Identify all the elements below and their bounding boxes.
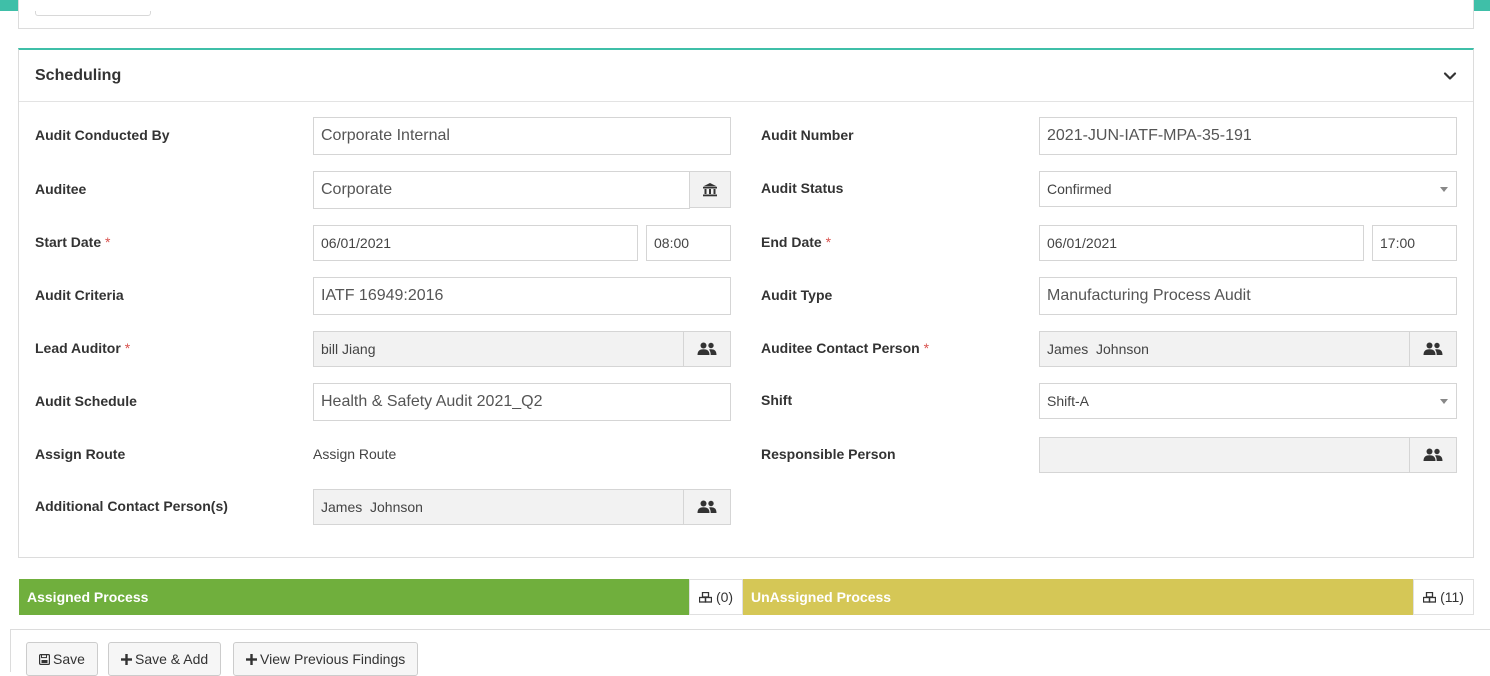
audit-type-label: Audit Type [761, 287, 833, 303]
users-icon [1423, 342, 1443, 355]
responsible-person-picker-button[interactable] [1409, 437, 1457, 473]
audit-criteria-input[interactable]: IATF 16949:2016 [313, 277, 731, 315]
dropdown-arrow-icon [1440, 399, 1448, 404]
panel-title: Scheduling [35, 67, 122, 84]
floppy-disk-icon [39, 653, 50, 665]
audit-type-input[interactable]: Manufacturing Process Audit [1039, 277, 1457, 315]
auditee-lookup-button[interactable] [689, 171, 731, 208]
view-previous-findings-button[interactable]: View Previous Findings [233, 642, 419, 676]
users-icon [697, 500, 717, 513]
assign-route-value[interactable]: Assign Route [313, 446, 396, 462]
panel-header[interactable]: Scheduling [19, 50, 1473, 102]
end-time-input[interactable]: 17:00 [1372, 225, 1457, 261]
unassigned-process-bar[interactable]: UnAssigned Process [743, 579, 1413, 615]
users-icon [1423, 448, 1443, 461]
start-time-input[interactable]: 08:00 [646, 225, 731, 261]
users-icon [697, 342, 717, 355]
cubes-icon [698, 591, 712, 603]
previous-panel-button[interactable] [35, 11, 151, 16]
end-date-label: End Date * [761, 234, 832, 250]
audit-schedule-label: Audit Schedule [35, 393, 137, 409]
additional-contact-label: Additional Contact Person(s) [35, 498, 228, 514]
save-button[interactable]: Save [26, 642, 98, 676]
institution-icon [703, 183, 717, 197]
auditee-contact-label: Auditee Contact Person * [761, 340, 930, 356]
chevron-down-icon[interactable] [1443, 69, 1457, 83]
dropdown-arrow-icon [1440, 187, 1448, 192]
save-and-add-button[interactable]: Save & Add [108, 642, 222, 676]
lead-auditor-input[interactable]: bill Jiang [313, 331, 684, 367]
lead-auditor-picker-button[interactable] [683, 331, 731, 367]
additional-contact-input[interactable]: James Johnson [313, 489, 684, 525]
audit-conducted-by-input[interactable]: Corporate Internal [313, 117, 731, 155]
plus-icon [246, 653, 257, 665]
audit-status-label: Audit Status [761, 180, 844, 196]
additional-contact-picker-button[interactable] [683, 489, 731, 525]
assigned-process-count[interactable]: (0) [689, 579, 743, 615]
audit-criteria-label: Audit Criteria [35, 287, 124, 303]
footer-toolbar [10, 629, 1490, 672]
unassigned-process-count[interactable]: (11) [1413, 579, 1474, 615]
start-date-label: Start Date * [35, 234, 111, 250]
audit-status-select[interactable]: Confirmed [1039, 171, 1457, 207]
assign-route-label: Assign Route [35, 446, 126, 462]
previous-panel [18, 0, 1474, 29]
start-date-input[interactable]: 06/01/2021 [313, 225, 638, 261]
plus-icon [121, 653, 132, 665]
auditee-contact-input[interactable]: James Johnson [1039, 331, 1410, 367]
cubes-icon [1423, 591, 1437, 603]
auditee-label: Auditee [35, 181, 87, 197]
auditee-input[interactable]: Corporate [313, 171, 690, 209]
responsible-person-label: Responsible Person [761, 446, 896, 462]
audit-number-label: Audit Number [761, 127, 854, 143]
auditee-contact-picker-button[interactable] [1409, 331, 1457, 367]
audit-schedule-input[interactable]: Health & Safety Audit 2021_Q2 [313, 383, 731, 421]
audit-number-input[interactable]: 2021-JUN-IATF-MPA-35-191 [1039, 117, 1457, 155]
responsible-person-input[interactable] [1039, 437, 1410, 473]
shift-label: Shift [761, 392, 793, 408]
lead-auditor-label: Lead Auditor * [35, 340, 131, 356]
assigned-process-bar[interactable]: Assigned Process [19, 579, 689, 615]
end-date-input[interactable]: 06/01/2021 [1039, 225, 1364, 261]
shift-select[interactable]: Shift-A [1039, 383, 1457, 419]
audit-conducted-by-label: Audit Conducted By [35, 127, 170, 143]
